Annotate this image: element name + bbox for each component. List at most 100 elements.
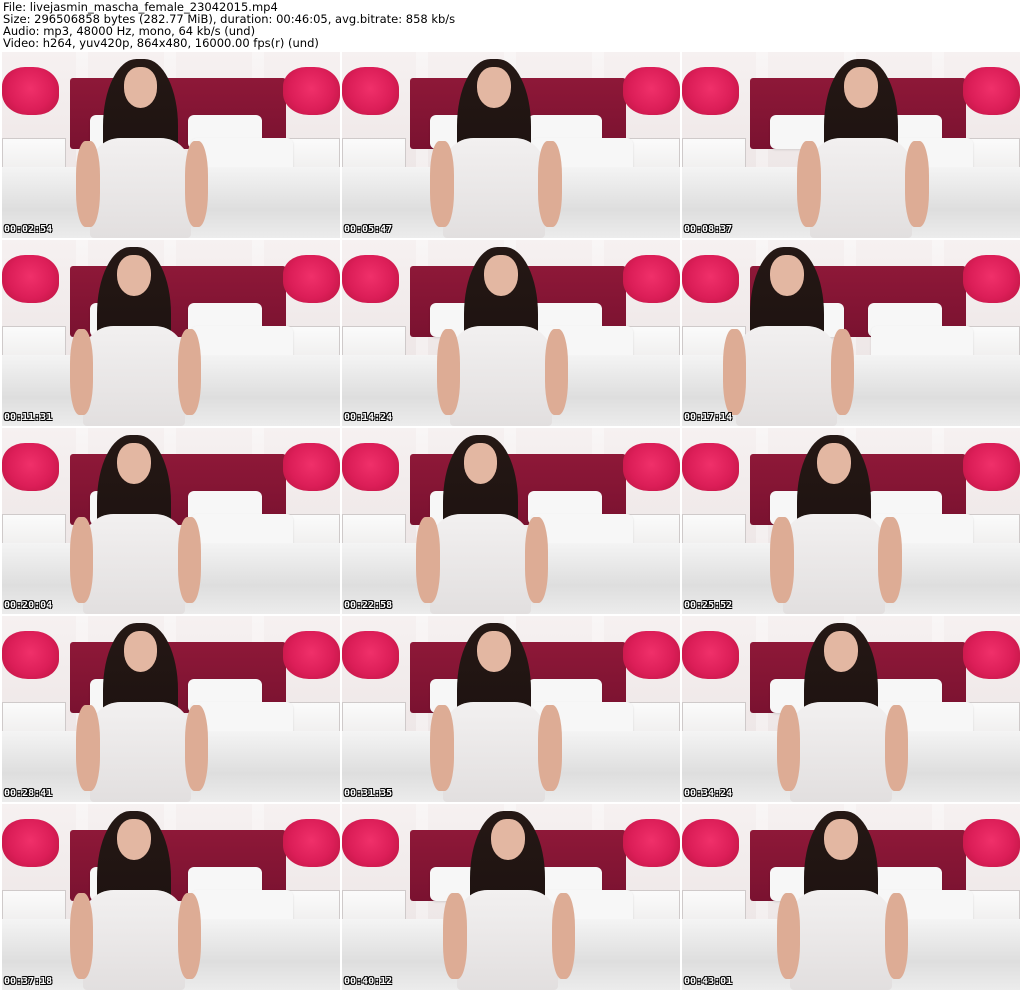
person-face xyxy=(123,630,158,672)
flower-decoration xyxy=(962,630,1020,680)
person-torso xyxy=(790,701,892,802)
person-arm xyxy=(722,329,747,415)
person-arm xyxy=(69,517,94,603)
person-torso xyxy=(83,513,185,614)
video-thumbnail: 00:02:54 xyxy=(2,52,340,238)
video-thumbnail: 00:37:18 xyxy=(2,804,340,990)
flower-decoration xyxy=(962,254,1020,304)
person-arm xyxy=(177,329,202,415)
person-arm xyxy=(830,329,855,415)
thumbnail-timestamp: 00:31:35 xyxy=(344,788,393,799)
person-arm xyxy=(69,329,94,415)
person-face xyxy=(116,818,151,860)
flower-decoration xyxy=(682,818,740,868)
thumbnail-timestamp: 00:08:37 xyxy=(684,224,733,235)
person-arm xyxy=(524,517,549,603)
thumbnail-timestamp: 00:28:41 xyxy=(4,788,53,799)
person-arm xyxy=(436,329,461,415)
person-arm xyxy=(884,705,909,791)
flower-decoration xyxy=(282,66,340,116)
person-torso xyxy=(790,889,892,990)
flower-decoration xyxy=(282,442,340,492)
video-info-line: Video: h264, yuv420p, 864x480, 16000.00 … xyxy=(3,36,319,50)
flower-decoration xyxy=(342,630,400,680)
person-arm xyxy=(416,517,441,603)
thumbnail-timestamp: 00:14:24 xyxy=(344,412,393,423)
thumbnail-timestamp: 00:34:24 xyxy=(684,788,733,799)
video-thumbnail: 00:05:47 xyxy=(342,52,680,238)
flower-decoration xyxy=(622,630,680,680)
video-thumbnail: 00:22:58 xyxy=(342,428,680,614)
person-arm xyxy=(884,893,909,979)
person-arm xyxy=(429,705,454,791)
video-thumbnail: 00:34:24 xyxy=(682,616,1020,802)
flower-decoration xyxy=(682,630,740,680)
person-arm xyxy=(76,705,101,791)
flower-decoration xyxy=(622,818,680,868)
thumbnail-timestamp: 00:40:12 xyxy=(344,976,393,987)
thumbnail-timestamp: 00:20:04 xyxy=(4,600,53,611)
person-torso xyxy=(443,137,545,238)
video-thumbnail: 00:14:24 xyxy=(342,240,680,426)
thumbnail-grid: 00:02:54 00:05:47 00:08:37 00:11:31 00:1… xyxy=(2,52,1022,991)
video-thumbnail: 00:31:35 xyxy=(342,616,680,802)
flower-decoration xyxy=(342,66,400,116)
flower-decoration xyxy=(682,254,740,304)
person-arm xyxy=(776,705,801,791)
flower-decoration xyxy=(2,442,60,492)
thumbnail-timestamp: 00:43:01 xyxy=(684,976,733,987)
thumbnail-timestamp: 00:25:52 xyxy=(684,600,733,611)
flower-decoration xyxy=(282,818,340,868)
flower-decoration xyxy=(282,254,340,304)
video-thumbnail: 00:43:01 xyxy=(682,804,1020,990)
person-face xyxy=(463,442,498,484)
thumbnail-timestamp: 00:22:58 xyxy=(344,600,393,611)
person-arm xyxy=(177,517,202,603)
flower-decoration xyxy=(962,442,1020,492)
person-torso xyxy=(83,889,185,990)
person-arm xyxy=(551,893,576,979)
flower-decoration xyxy=(342,442,400,492)
thumbnail-timestamp: 00:17:14 xyxy=(684,412,733,423)
flower-decoration xyxy=(2,66,60,116)
video-thumbnail: 00:40:12 xyxy=(342,804,680,990)
person-arm xyxy=(796,141,821,227)
person-face xyxy=(116,254,151,296)
person-face xyxy=(116,442,151,484)
person-arm xyxy=(769,517,794,603)
person-arm xyxy=(429,141,454,227)
person-face xyxy=(483,254,518,296)
person-arm xyxy=(538,705,562,791)
person-face xyxy=(123,66,158,108)
flower-decoration xyxy=(342,818,400,868)
flower-decoration xyxy=(962,66,1020,116)
person-arm xyxy=(544,329,569,415)
flower-decoration xyxy=(2,818,60,868)
person-torso xyxy=(450,325,552,426)
thumbnail-timestamp: 00:11:31 xyxy=(4,412,53,423)
person-face xyxy=(490,818,525,860)
flower-decoration xyxy=(622,254,680,304)
flower-decoration xyxy=(622,442,680,492)
person-torso xyxy=(456,889,559,990)
thumbnail-timestamp: 00:05:47 xyxy=(344,224,393,235)
person-torso xyxy=(89,137,192,238)
flower-decoration xyxy=(682,442,740,492)
thumbnail-timestamp: 00:02:54 xyxy=(4,224,53,235)
person-torso xyxy=(83,325,185,426)
thumbnail-timestamp: 00:37:18 xyxy=(4,976,53,987)
person-arm xyxy=(878,517,902,603)
person-torso xyxy=(736,325,838,426)
person-arm xyxy=(177,893,202,979)
person-torso xyxy=(429,513,532,614)
flower-decoration xyxy=(682,66,740,116)
person-arm xyxy=(76,141,101,227)
flower-decoration xyxy=(2,254,60,304)
flower-decoration xyxy=(2,630,60,680)
flower-decoration xyxy=(962,818,1020,868)
flower-decoration xyxy=(622,66,680,116)
video-thumbnail: 00:17:14 xyxy=(682,240,1020,426)
person-arm xyxy=(184,705,209,791)
video-thumbnail: 00:08:37 xyxy=(682,52,1020,238)
person-arm xyxy=(184,141,209,227)
